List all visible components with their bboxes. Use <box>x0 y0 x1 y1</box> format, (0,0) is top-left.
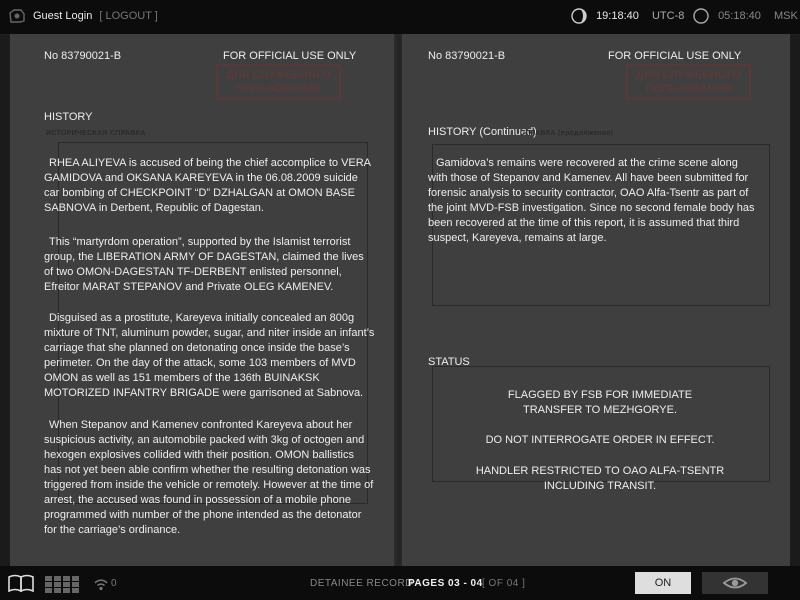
local-clock: 19:18:40 UTC-8 <box>571 8 684 24</box>
restricted-stamp: ДЛЯ СЛУЖЕБНОГО ПОЛЬЗОВАНИЯ <box>216 64 342 100</box>
stamp-line-1: ДЛЯ СЛУЖЕБНОГО <box>636 69 742 81</box>
logout-link[interactable]: [ LOGOUT ] <box>99 10 157 22</box>
history-heading: HISTORY <box>44 111 93 123</box>
status-flagged-1: FLAGGED BY FSB FOR IMMEDIATE <box>507 389 693 401</box>
status-handler-2: INCLUDING TRANSIT. <box>543 480 657 492</box>
stamp-line-2: ПОЛЬЗОВАНИЯ <box>235 83 322 95</box>
msk-clock: 05:18:40 MSK <box>693 8 798 24</box>
cyrillic-heading-right: СПРАВКА (продолжение) <box>520 130 614 137</box>
local-zone: UTC-8 <box>651 9 685 22</box>
status-flagged-2: TRANSFER TO MEZHGORYE. <box>522 404 678 416</box>
history-paragraph-2: This “martyrdom operation”, supported by… <box>44 236 364 293</box>
wifi-icon <box>93 576 109 597</box>
top-bar: Guest Login [ LOGOUT ] 19:18:40 UTC-8 05… <box>0 0 800 35</box>
cyrillic-heading: ИСТОРИЧЕСКАЯ СПРАВКА <box>46 130 146 137</box>
official-use-header: FOR OFFICIAL USE ONLY <box>223 50 357 62</box>
official-use-header-right: FOR OFFICIAL USE ONLY <box>608 50 742 62</box>
clock-icon <box>693 8 709 24</box>
eye-icon <box>722 577 748 589</box>
local-time: 19:18:40 <box>596 9 639 22</box>
book-icon[interactable] <box>8 574 34 597</box>
on-toggle-button[interactable]: ON <box>635 572 691 594</box>
document-number: No 83790021-B <box>44 50 122 62</box>
detainee-record-label: DETAINEE RECORD <box>310 578 413 589</box>
moon-icon <box>571 8 587 24</box>
camera-icon <box>9 9 25 28</box>
status-handler-1: HANDLER RESTRICTED TO OAO ALFA-TSENTR <box>475 465 725 477</box>
restricted-stamp-right: ДЛЯ СЛУЖЕБНОГО ПОЛЬЗОВАНИЯ <box>626 64 752 100</box>
guest-login: Guest Login [ LOGOUT ] <box>33 10 158 22</box>
msk-zone: MSK <box>773 9 798 22</box>
signal-count: 0 <box>111 578 117 589</box>
history-paragraph-3: Disguised as a prostitute, Kareyeva init… <box>44 312 375 399</box>
stamp-line-1: ДЛЯ СЛУЖЕБНОГО <box>226 69 332 81</box>
left-page: No 83790021-B FOR OFFICIAL USE ONLY ДЛЯ … <box>10 34 396 566</box>
user-label: Guest Login <box>33 10 93 22</box>
stamp-line-2: ПОЛЬЗОВАНИЯ <box>645 83 732 95</box>
history-paragraph-4: When Stepanov and Kamenev confronted Kar… <box>44 419 374 536</box>
msk-time: 05:18:40 <box>718 9 761 22</box>
history-continued-paragraph: Gamidova’s remains were recovered at the… <box>428 157 755 244</box>
grid-icon[interactable] <box>45 576 79 593</box>
bottom-bar: 0 DETAINEE RECORD PAGES 03 - 04 [ OF 04 … <box>0 566 800 600</box>
history-paragraph-1: RHEA ALIYEVA is accused of being the chi… <box>44 157 371 214</box>
page-total: [ OF 04 ] <box>482 578 526 589</box>
page-indicator: PAGES 03 - 04 <box>408 578 483 589</box>
view-toggle-button[interactable] <box>702 572 768 594</box>
detainee-record-book: No 83790021-B FOR OFFICIAL USE ONLY ДЛЯ … <box>10 34 790 566</box>
document-number-right: No 83790021-B <box>428 50 506 62</box>
status-no-interrogate: DO NOT INTERROGATE ORDER IN EFFECT. <box>485 434 715 446</box>
right-page: No 83790021-B FOR OFFICIAL USE ONLY ДЛЯ … <box>402 34 790 566</box>
